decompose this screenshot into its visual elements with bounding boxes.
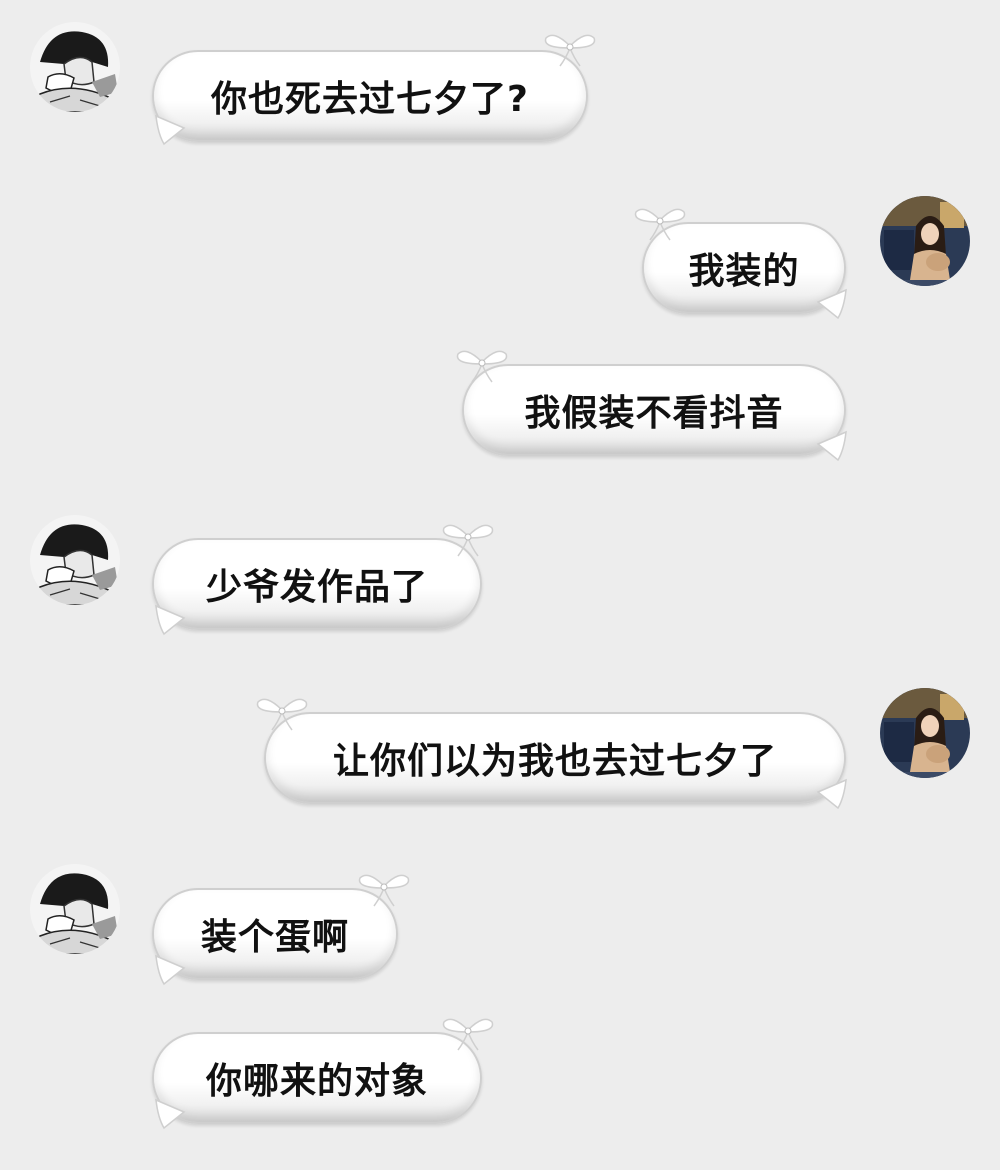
message-text: 我假装不看抖音 [524,393,784,434]
message-text: 少爷发作品了 [205,567,428,608]
chat-bubble-left[interactable]: 你也死去过七夕了? [152,50,588,142]
self-avatar[interactable] [880,196,970,286]
contact-avatar[interactable] [30,22,120,112]
manga-boy-avatar-icon [30,864,120,954]
manga-boy-avatar-icon [30,22,120,112]
chat-bubble-right[interactable]: 让你们以为我也去过七夕了 [264,712,846,804]
chat-bubble-right[interactable]: 我假装不看抖音 [462,364,846,456]
message-text: 装个蛋啊 [200,917,349,958]
contact-avatar[interactable] [30,864,120,954]
chat-bubble-left[interactable]: 你哪来的对象 [152,1032,482,1124]
chat-bubble-left[interactable]: 装个蛋啊 [152,888,398,980]
message-text: 你哪来的对象 [205,1061,428,1102]
manga-boy-avatar-icon [30,515,120,605]
self-avatar[interactable] [880,688,970,778]
girl-photo-avatar-icon [880,688,970,778]
girl-photo-avatar-icon [880,196,970,286]
chat-bubble-right[interactable]: 我装的 [642,222,846,314]
contact-avatar[interactable] [30,515,120,605]
message-text: 让你们以为我也去过七夕了 [332,741,777,782]
chat-bubble-left[interactable]: 少爷发作品了 [152,538,482,630]
message-text: 我装的 [688,251,800,292]
message-text: 你也死去过七夕了? [211,79,529,120]
